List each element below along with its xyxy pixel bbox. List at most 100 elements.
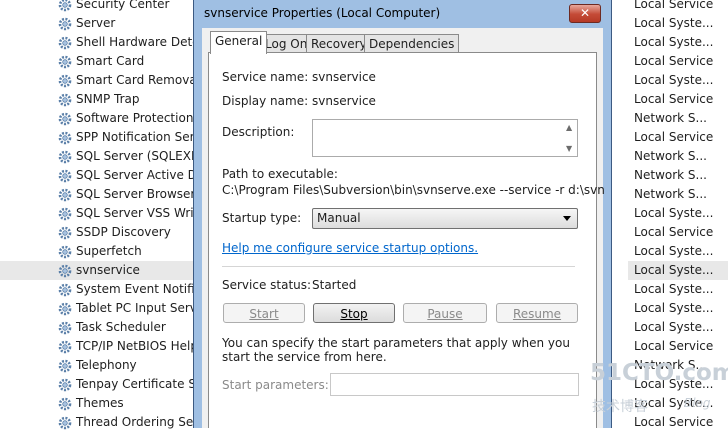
service-row[interactable]: Software Protection bbox=[0, 109, 196, 128]
service-row[interactable]: SQL Server (SQLEXPRE bbox=[0, 147, 196, 166]
service-name: Superfetch bbox=[76, 244, 142, 258]
service-name: Software Protection bbox=[76, 111, 194, 125]
logon-cell[interactable]: Network S... bbox=[628, 185, 728, 204]
service-row[interactable]: SPP Notification Servi bbox=[0, 128, 196, 147]
logon-cell[interactable]: Local Service bbox=[628, 223, 728, 242]
logon-cell[interactable]: Local Service bbox=[628, 413, 728, 432]
service-name-label: Service name: bbox=[222, 70, 309, 84]
logon-cell[interactable]: Local Syste... bbox=[628, 318, 728, 337]
service-row[interactable]: Security Center bbox=[0, 0, 196, 14]
start-params-input[interactable] bbox=[330, 373, 579, 396]
service-row[interactable]: Tenpay Certificate Ser bbox=[0, 375, 196, 394]
service-name: Smart Card Removal P bbox=[76, 73, 196, 87]
service-row[interactable]: Smart Card bbox=[0, 52, 196, 71]
service-row[interactable]: Shell Hardware Detect bbox=[0, 33, 196, 52]
logon-cell[interactable]: Local Syste... bbox=[628, 299, 728, 318]
logon-cell[interactable]: Local Syste... bbox=[628, 261, 728, 280]
logon-cell[interactable]: Network S... bbox=[628, 356, 728, 375]
service-row[interactable]: Telephony bbox=[0, 356, 196, 375]
logon-cell[interactable]: Local Service bbox=[628, 90, 728, 109]
gear-icon bbox=[58, 93, 72, 107]
service-name: SQL Server (SQLEXPRE bbox=[76, 149, 196, 163]
description-scrollbar[interactable]: ▲ ▼ bbox=[562, 120, 577, 156]
service-row[interactable]: SQL Server Browser bbox=[0, 185, 196, 204]
logon-cell[interactable]: Local Syste... bbox=[628, 71, 728, 90]
service-row[interactable]: svnservice bbox=[0, 261, 196, 280]
close-button[interactable]: ✕ bbox=[569, 4, 601, 23]
logon-cell[interactable]: Local Service bbox=[628, 0, 728, 14]
logon-cell[interactable]: Local Syste... bbox=[628, 280, 728, 299]
service-name: Shell Hardware Detect bbox=[76, 35, 196, 49]
service-name: Telephony bbox=[76, 358, 137, 372]
logon-cell[interactable]: Network S... bbox=[628, 147, 728, 166]
service-row[interactable]: Thread Ordering Serve bbox=[0, 413, 196, 432]
service-row[interactable]: Server bbox=[0, 14, 196, 33]
gear-icon bbox=[58, 55, 72, 69]
gear-icon bbox=[58, 378, 72, 392]
gear-icon bbox=[58, 340, 72, 354]
service-name: Thread Ordering Serve bbox=[76, 415, 196, 429]
scroll-up-icon[interactable]: ▲ bbox=[566, 123, 572, 132]
service-name: Tenpay Certificate Ser bbox=[76, 377, 196, 391]
description-field[interactable]: ▲ ▼ bbox=[312, 119, 578, 157]
logon-cell[interactable]: Local Syste... bbox=[628, 33, 728, 52]
service-row[interactable]: SQL Server VSS Writer bbox=[0, 204, 196, 223]
gear-icon bbox=[58, 321, 72, 335]
service-row[interactable]: Superfetch bbox=[0, 242, 196, 261]
properties-dialog: svnservice Properties (Local Computer) ✕… bbox=[193, 0, 612, 428]
service-row[interactable]: SNMP Trap bbox=[0, 90, 196, 109]
logon-cell[interactable]: Network S... bbox=[628, 109, 728, 128]
gear-icon bbox=[58, 150, 72, 164]
tab-log-on[interactable]: Log On bbox=[260, 34, 313, 53]
path-value: C:\Program Files\Subversion\bin\svnserve… bbox=[222, 183, 605, 197]
logon-cell[interactable]: Local Syste... bbox=[628, 242, 728, 261]
service-name: System Event Notificat bbox=[76, 282, 196, 296]
logon-cell[interactable]: Local Service bbox=[628, 337, 728, 356]
gear-icon bbox=[58, 112, 72, 126]
pause-button[interactable]: Pause bbox=[403, 303, 487, 323]
chevron-down-icon bbox=[563, 216, 571, 221]
tab-dependencies[interactable]: Dependencies bbox=[364, 34, 460, 53]
service-name: Tablet PC Input Servic bbox=[76, 301, 196, 315]
stop-button[interactable]: Stop bbox=[313, 303, 395, 323]
gear-icon bbox=[58, 131, 72, 145]
description-label: Description: bbox=[222, 125, 295, 139]
gear-icon bbox=[58, 283, 72, 297]
start-params-label: Start parameters: bbox=[222, 378, 329, 392]
help-configure-link[interactable]: Help me configure service startup option… bbox=[222, 241, 478, 255]
divider bbox=[222, 266, 575, 267]
tab-recovery[interactable]: Recovery bbox=[306, 34, 372, 53]
logon-cell[interactable]: Local Syste... bbox=[628, 375, 728, 394]
logon-cell[interactable]: Network S... bbox=[628, 166, 728, 185]
startup-type-value: Manual bbox=[317, 211, 361, 225]
service-row[interactable]: System Event Notificat bbox=[0, 280, 196, 299]
resume-button[interactable]: Resume bbox=[496, 303, 578, 323]
gear-icon bbox=[58, 17, 72, 31]
dialog-titlebar[interactable]: svnservice Properties (Local Computer) ✕ bbox=[194, 0, 611, 28]
service-row[interactable]: SSDP Discovery bbox=[0, 223, 196, 242]
general-tab-pane: Service name: svnservice Display name: s… bbox=[208, 52, 605, 428]
logon-cell[interactable]: Local Syste... bbox=[628, 204, 728, 223]
scroll-down-icon[interactable]: ▼ bbox=[566, 144, 572, 153]
logon-cell[interactable]: Local Service bbox=[628, 52, 728, 71]
gear-icon bbox=[58, 302, 72, 316]
tab-general[interactable]: General bbox=[210, 31, 268, 54]
start-button[interactable]: Start bbox=[223, 303, 305, 323]
startup-type-select[interactable]: Manual bbox=[312, 208, 578, 229]
gear-icon bbox=[58, 207, 72, 221]
logon-cell[interactable]: Local Service bbox=[628, 128, 728, 147]
service-row[interactable]: SQL Server Active Dire bbox=[0, 166, 196, 185]
logon-cell[interactable]: Local Syste... bbox=[628, 14, 728, 33]
service-name: Task Scheduler bbox=[76, 320, 166, 334]
service-name: SSDP Discovery bbox=[76, 225, 171, 239]
service-row[interactable]: TCP/IP NetBIOS Helpe bbox=[0, 337, 196, 356]
service-row[interactable]: Smart Card Removal P bbox=[0, 71, 196, 90]
service-row[interactable]: Task Scheduler bbox=[0, 318, 196, 337]
service-row[interactable]: Themes bbox=[0, 394, 196, 413]
logon-cell[interactable]: Local Syste... bbox=[628, 394, 728, 413]
service-name: svnservice bbox=[76, 263, 140, 277]
service-name: Server bbox=[76, 16, 116, 30]
service-row[interactable]: Tablet PC Input Servic bbox=[0, 299, 196, 318]
gear-icon bbox=[58, 169, 72, 183]
gear-icon bbox=[58, 0, 72, 12]
